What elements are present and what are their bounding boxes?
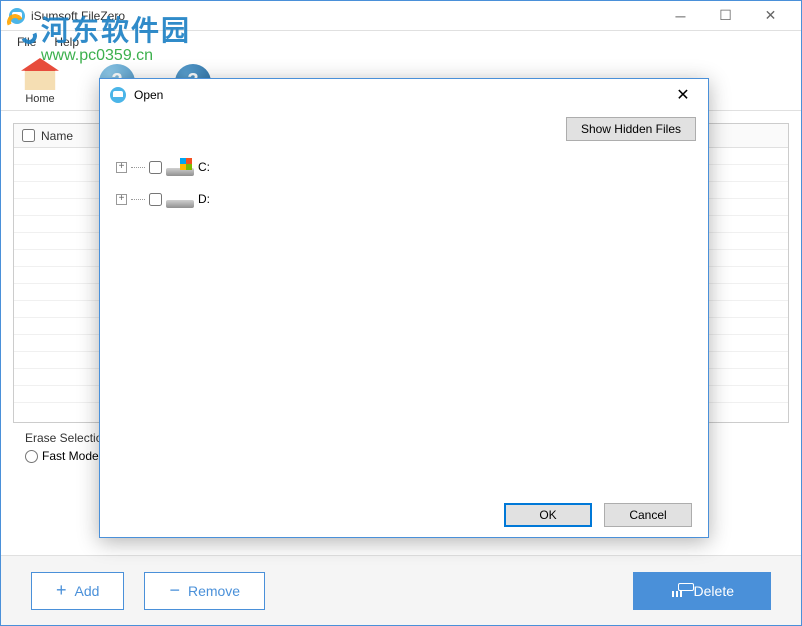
maximize-button[interactable]: ☐ [703, 2, 748, 30]
dialog-title: Open [134, 88, 668, 102]
bottom-actions: Add Remove Delete [1, 555, 801, 625]
name-column-header[interactable]: Name [41, 129, 73, 143]
drive-icon [166, 190, 194, 208]
expand-icon[interactable]: + [116, 194, 127, 205]
shredder-icon [670, 583, 686, 599]
minus-icon [169, 580, 180, 601]
menu-file[interactable]: File [9, 33, 44, 51]
app-icon [9, 8, 25, 24]
home-label: Home [25, 93, 54, 105]
dialog-footer: OK Cancel [100, 493, 708, 537]
home-step[interactable]: Home [21, 58, 59, 105]
dialog-icon [110, 87, 126, 103]
show-hidden-files-button[interactable]: Show Hidden Files [566, 117, 696, 141]
dialog-close-button[interactable]: ✕ [668, 81, 698, 109]
drive-label: C: [198, 160, 210, 174]
expand-icon[interactable]: + [116, 162, 127, 173]
fast-mode-label: Fast Mode [42, 449, 99, 463]
close-button[interactable]: ✕ [748, 2, 793, 30]
dialog-toolbar: Show Hidden Files [100, 111, 708, 147]
drive-tree: + C: + D: [116, 155, 692, 211]
tree-connector [131, 199, 145, 200]
dialog-body: + C: + D: [100, 147, 708, 493]
dialog-titlebar: Open ✕ [100, 79, 708, 111]
tree-item-d[interactable]: + D: [116, 187, 692, 211]
delete-button[interactable]: Delete [633, 572, 771, 610]
open-dialog: Open ✕ Show Hidden Files + C: + D: OK Ca… [99, 78, 709, 538]
tree-item-c[interactable]: + C: [116, 155, 692, 179]
delete-button-label: Delete [694, 583, 734, 599]
home-icon [21, 58, 59, 90]
window-title: iSumsoft FileZero [31, 9, 658, 23]
tree-connector [131, 167, 145, 168]
drive-icon [166, 158, 194, 176]
fast-mode-radio[interactable] [25, 450, 38, 463]
add-button[interactable]: Add [31, 572, 124, 610]
menu-help[interactable]: Help [46, 33, 87, 51]
ok-button[interactable]: OK [504, 503, 592, 527]
remove-button-label: Remove [188, 583, 240, 599]
select-all-checkbox[interactable] [22, 129, 35, 142]
drive-checkbox[interactable] [149, 193, 162, 206]
drive-label: D: [198, 192, 210, 206]
drive-checkbox[interactable] [149, 161, 162, 174]
plus-icon [56, 580, 67, 601]
remove-button[interactable]: Remove [144, 572, 265, 610]
menubar: File Help [1, 31, 801, 53]
add-button-label: Add [75, 583, 100, 599]
titlebar: iSumsoft FileZero ─ ☐ ✕ [1, 1, 801, 31]
cancel-button[interactable]: Cancel [604, 503, 692, 527]
minimize-button[interactable]: ─ [658, 2, 703, 30]
